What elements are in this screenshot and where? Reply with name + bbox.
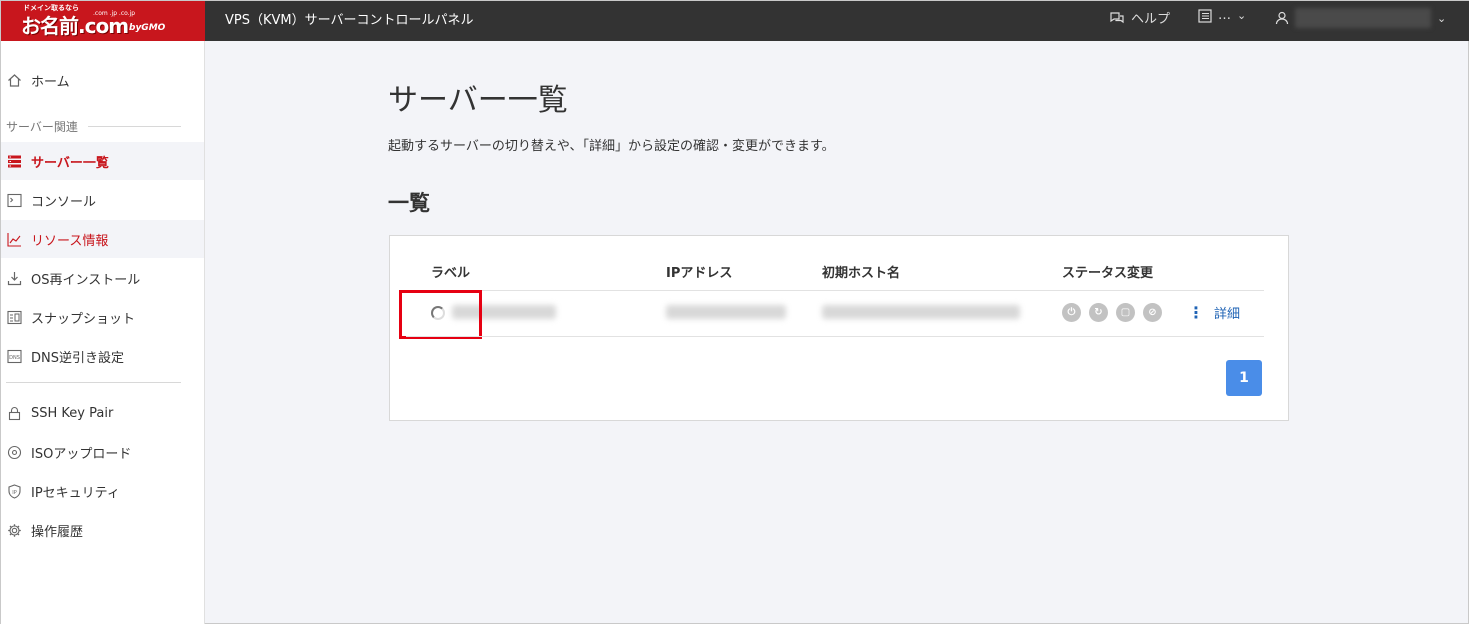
redacted-hostname [822,305,1020,319]
home-icon [6,72,22,88]
column-header-ip: IPアドレス [666,266,733,281]
server-hostname [822,305,1020,322]
sidebar-section-server: サーバー関連 [6,118,181,135]
help-link[interactable]: ヘルプ [1109,8,1170,27]
dns-icon: DNS [6,348,22,364]
sidebar-item-label: スナップショット [31,311,136,327]
section-title: 一覧 [388,191,430,215]
section-divider [87,126,181,127]
chart-icon [6,231,22,247]
sidebar-divider [6,382,181,383]
kebab-menu-icon: ⋮ [1188,302,1204,322]
user-menu[interactable]: ⌄ [1275,8,1446,28]
menu-dropdown[interactable]: … ⌄ [1198,8,1246,23]
app-title: VPS（KVM）サーバーコントロールパネル [225,13,474,28]
sidebar-item-label: サーバー一覧 [31,155,109,171]
pagination-page-button[interactable]: 1 [1226,360,1262,396]
redacted-ip [666,305,786,319]
snapshot-icon [6,309,22,325]
user-name [1295,8,1431,28]
sidebar-item-snapshot[interactable]: スナップショット [1,298,204,336]
sidebar-item-iso-upload[interactable]: ISOアップロード [1,433,204,471]
svg-text:IP: IP [12,490,17,496]
sidebar-item-label: ISOアップロード [31,446,132,462]
header-divider [406,290,1264,291]
sidebar-item-label: OS再インストール [31,272,141,288]
sidebar-item-label: SSH Key Pair [31,405,114,421]
force-stop-icon[interactable]: ⊘ [1143,303,1162,322]
chat-bubbles-icon [1110,11,1124,23]
column-header-label: ラベル [431,266,471,281]
brand-logo[interactable]: ドメイン取るなら .com .jp .co.jp お名前.com byGMO [1,1,205,41]
sidebar-item-console[interactable]: コンソール [1,181,204,219]
download-icon [6,270,22,286]
gear-icon [6,522,22,538]
logo-company: byGMO [129,23,166,33]
menu-label: … [1218,8,1231,23]
restart-icon[interactable]: ↻ [1089,303,1108,322]
sidebar: ホーム サーバー関連 サーバー一覧 コンソール リソース情報 OS再インストール… [1,41,205,624]
sidebar-section-label: サーバー関連 [6,120,78,134]
server-list-icon [6,153,22,169]
column-header-status: ステータス変更 [1062,266,1154,281]
lock-icon [6,405,22,421]
sidebar-item-ssh-key[interactable]: SSH Key Pair [1,394,204,432]
sidebar-item-home[interactable]: ホーム [1,61,204,99]
stop-icon[interactable]: ▢ [1116,303,1135,322]
shield-icon: IP [6,483,22,499]
list-icon [1198,8,1212,23]
top-bar: ドメイン取るなら .com .jp .co.jp お名前.com byGMO V… [1,1,1469,41]
server-list-card: ラベル IPアドレス 初期ホスト名 ステータス変更 ⏻ ↻ ▢ ⊘ ⋮ 詳細 1 [389,235,1289,421]
svg-text:DNS: DNS [9,355,20,361]
sidebar-item-label: ホーム [31,74,70,90]
help-label: ヘルプ [1131,12,1171,27]
sidebar-item-resource[interactable]: リソース情報 [1,220,204,258]
chevron-down-icon: ⌄ [1237,9,1247,22]
detail-label: 詳細 [1214,307,1241,322]
server-ip [666,305,786,322]
power-icon[interactable]: ⏻ [1062,303,1081,322]
disc-icon [6,444,22,460]
chevron-down-icon: ⌄ [1437,11,1447,25]
sidebar-item-history[interactable]: 操作履歴 [1,511,204,549]
sidebar-item-dns[interactable]: DNS DNS逆引き設定 [1,337,204,375]
page-title: サーバー一覧 [388,83,568,118]
sidebar-item-label: コンソール [31,194,97,210]
sidebar-item-ip-security[interactable]: IP IPセキュリティ [1,472,204,510]
user-icon [1275,11,1289,25]
sidebar-item-os-reinstall[interactable]: OS再インストール [1,259,204,297]
sidebar-item-label: 操作履歴 [31,524,84,540]
highlight-box [399,290,482,339]
detail-link[interactable]: ⋮ 詳細 [1188,303,1240,322]
sidebar-item-label: DNS逆引き設定 [31,350,124,366]
sidebar-item-label: IPセキュリティ [31,485,120,501]
row-divider [406,336,1264,337]
sidebar-item-label: リソース情報 [31,233,109,249]
page-description: 起動するサーバーの切り替えや、「詳細」から設定の確認・変更ができます。 [388,139,835,154]
sidebar-item-server-list[interactable]: サーバー一覧 [1,142,204,180]
logo-brand: お名前.com [21,14,129,38]
column-header-hostname: 初期ホスト名 [822,266,901,281]
console-icon [6,192,22,208]
